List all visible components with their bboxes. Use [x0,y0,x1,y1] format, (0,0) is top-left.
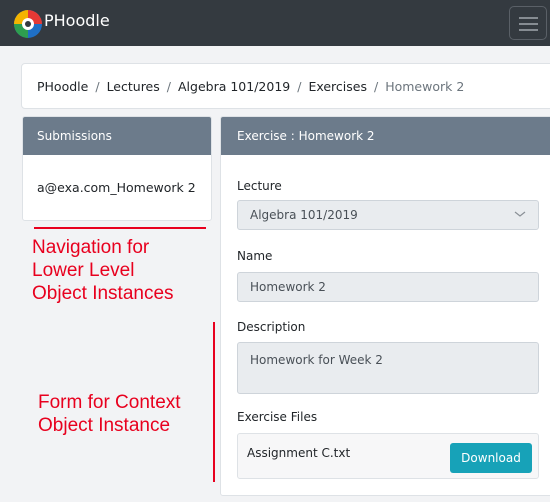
navigation-annotation-line-1: Navigation for [32,237,150,258]
breadcrumb-separator: / [95,78,100,94]
breadcrumb-exercises[interactable]: Exercises [308,79,367,94]
description-field[interactable]: Homework for Week 2 [237,342,539,394]
name-field[interactable]: Homework 2 [237,272,539,302]
submissions-title: Submissions [23,117,211,155]
breadcrumb-lecture[interactable]: Algebra 101/2019 [178,79,290,94]
description-label: Description [237,320,306,334]
navbar: PHoodle [0,0,550,46]
form-annotation-line-2: Object Instance [38,415,171,436]
hamburger-icon[interactable] [509,6,547,40]
exercise-file-row: Assignment C.txt Download [237,433,539,479]
lecture-label: Lecture [237,179,282,193]
name-field-value: Homework 2 [250,280,326,294]
brand-name[interactable]: PHoodle [44,10,110,32]
breadcrumb-current: Homework 2 [385,78,465,94]
breadcrumb-separator: / [166,78,171,94]
annotation-underline [34,227,206,229]
file-name: Assignment C.txt [247,446,351,460]
exercise-title: Exercise : Homework 2 [221,117,550,155]
breadcrumb-lectures[interactable]: Lectures [107,79,160,94]
annotation-vertical-line [213,322,215,482]
submissions-panel: Submissions a@exa.com_Homework 2 [22,116,212,221]
lecture-select-value: Algebra 101/2019 [250,208,358,222]
navigation-annotation: Navigation for Lower Level Object Instan… [32,236,174,305]
phoodle-logo-icon[interactable] [12,8,44,40]
breadcrumb-phoodle[interactable]: PHoodle [37,79,88,94]
name-label: Name [237,249,273,263]
form-annotation: Form for Context Object Instance [38,391,181,437]
breadcrumb: PHoodle / Lectures / Algebra 101/2019 / … [21,63,550,109]
lecture-select[interactable]: Algebra 101/2019 [237,200,539,230]
exercise-files-label: Exercise Files [237,410,318,424]
breadcrumb-separator: / [373,78,379,94]
chevron-down-icon [514,211,526,217]
submission-item[interactable]: a@exa.com_Homework 2 [37,180,196,195]
form-annotation-line-1: Form for Context [38,392,181,413]
navigation-annotation-line-2: Lower Level [32,260,135,281]
description-field-value: Homework for Week 2 [250,353,383,367]
breadcrumb-separator: / [297,78,302,94]
exercise-panel: Exercise : Homework 2 Lecture Algebra 10… [220,116,550,496]
download-button[interactable]: Download [450,443,532,473]
navigation-annotation-line-3: Object Instances [32,283,174,304]
